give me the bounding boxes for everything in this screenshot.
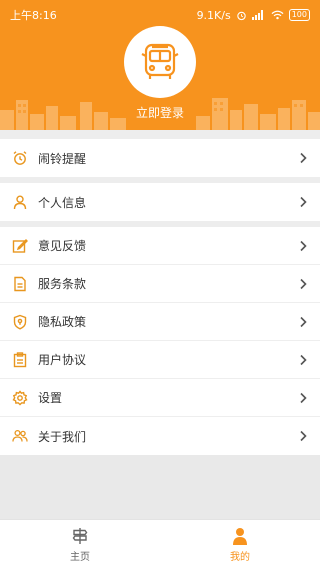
users-icon — [12, 428, 28, 444]
chevron-right-icon — [300, 392, 307, 403]
tab-label: 我的 — [230, 552, 250, 563]
chevron-right-icon — [300, 430, 307, 442]
user-silhouette-icon — [233, 528, 247, 545]
section-misc: 意见反馈 服务条款 隐私政策 用户协议 设置 关于我们 — [0, 227, 320, 455]
tab-label: 主页 — [70, 552, 90, 563]
network-speed: 9.1K/s — [196, 8, 231, 22]
feedback-edit-icon — [12, 238, 28, 254]
menu-item-label: 设置 — [38, 391, 63, 405]
alarm-status-icon — [237, 11, 246, 20]
shield-icon — [12, 314, 28, 330]
menu-item-privacy-policy[interactable]: 隐私政策 — [0, 303, 320, 341]
empty-area — [0, 455, 320, 519]
document-icon — [12, 276, 28, 292]
chevron-right-icon — [300, 278, 307, 289]
menu-item-terms-of-service[interactable]: 服务条款 — [0, 265, 320, 303]
tab-mine[interactable]: 我的 — [160, 520, 320, 570]
chevron-right-icon — [300, 354, 307, 365]
menu-item-personal-info[interactable]: 个人信息 — [0, 183, 320, 221]
chevron-right-icon — [300, 316, 307, 327]
menu-item-label: 用户协议 — [38, 353, 87, 367]
signal-icon — [251, 10, 263, 20]
signpost-icon — [72, 528, 88, 544]
chevron-right-icon — [300, 240, 307, 251]
menu-item-settings[interactable]: 设置 — [0, 379, 320, 417]
wifi-icon — [271, 10, 284, 20]
menu-item-alarm-reminder[interactable]: 闹铃提醒 — [0, 139, 320, 177]
chevron-right-icon — [300, 152, 307, 164]
battery-indicator: 100 — [288, 9, 310, 21]
chevron-right-icon — [300, 196, 307, 208]
avatar[interactable] — [124, 26, 196, 98]
login-button[interactable]: 立即登录 — [0, 104, 320, 121]
menu-item-label: 闹铃提醒 — [38, 151, 87, 166]
gear-icon — [12, 389, 28, 406]
menu-item-label: 隐私政策 — [38, 315, 87, 329]
person-icon — [12, 194, 28, 210]
status-bar: 上午8:16 9.1K/s 100 — [0, 0, 320, 30]
section-alarm: 闹铃提醒 — [0, 139, 320, 177]
alarm-clock-icon — [12, 150, 28, 166]
bottom-tab-bar: 主页 我的 — [0, 519, 320, 570]
agreement-icon — [12, 351, 28, 368]
menu-item-label: 关于我们 — [38, 429, 87, 444]
menu-item-label: 意见反馈 — [38, 239, 87, 253]
menu-item-label: 服务条款 — [38, 277, 87, 291]
menu-item-user-agreement[interactable]: 用户协议 — [0, 341, 320, 379]
menu-item-label: 个人信息 — [38, 195, 87, 210]
section-personal: 个人信息 — [0, 183, 320, 221]
status-time: 上午8:16 — [10, 9, 57, 22]
tab-home[interactable]: 主页 — [0, 520, 160, 570]
bus-icon — [141, 43, 179, 79]
menu-item-feedback[interactable]: 意见反馈 — [0, 227, 320, 265]
menu-item-about-us[interactable]: 关于我们 — [0, 417, 320, 455]
status-indicators: 9.1K/s 100 — [197, 9, 310, 22]
